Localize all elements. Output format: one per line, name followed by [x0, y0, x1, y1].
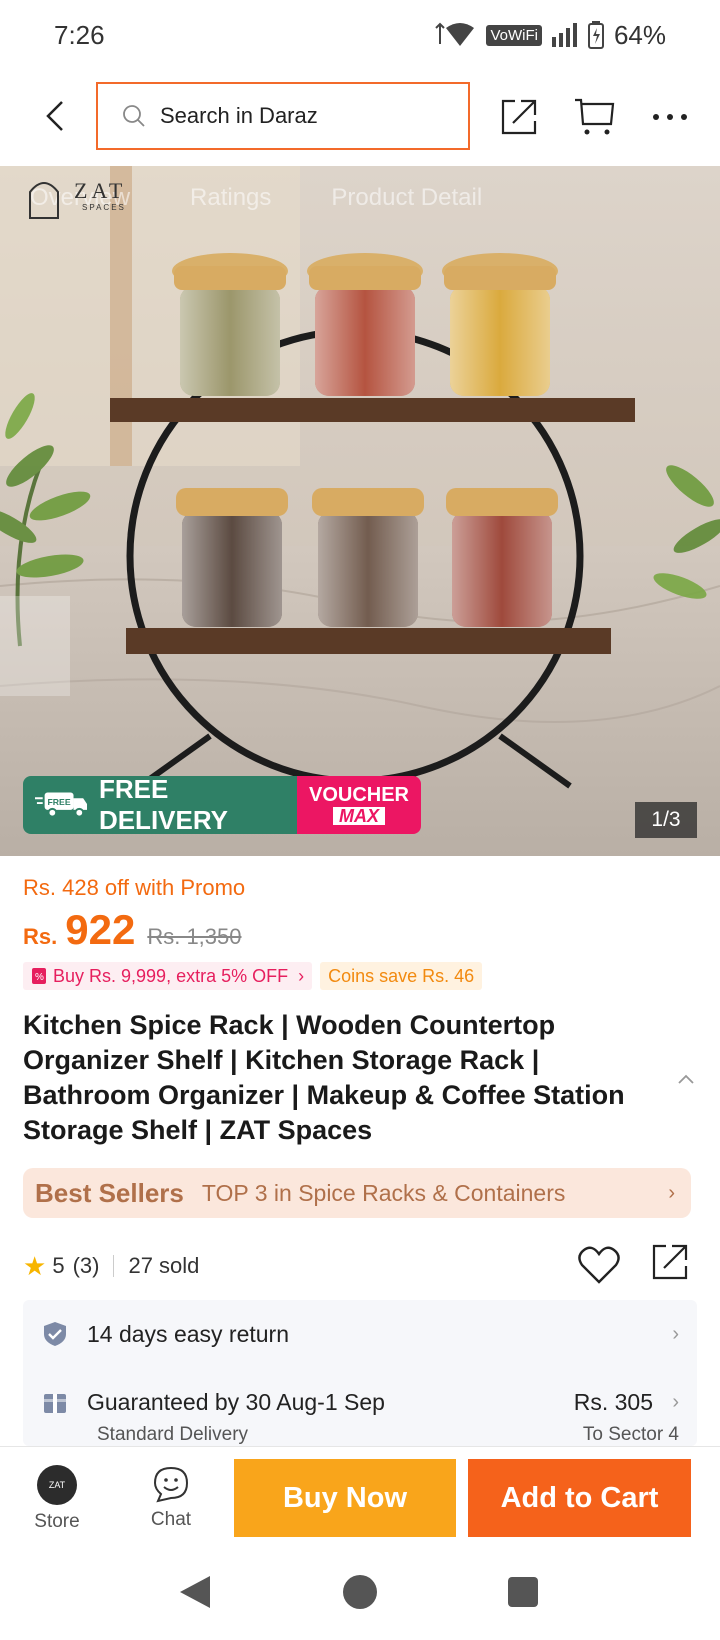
rating-row: ★ 5 (3) 27 sold	[23, 1244, 697, 1286]
search-icon	[123, 105, 145, 127]
return-policy-row[interactable]: 14 days easy return ›	[23, 1306, 697, 1362]
divider	[113, 1255, 115, 1277]
back-arrow-icon	[46, 101, 63, 131]
wifi-icon	[435, 22, 475, 46]
share-icon	[501, 99, 537, 135]
tag-icon: %	[32, 968, 46, 984]
brand-logo: ZAT SPACES	[26, 172, 156, 222]
battery-icon	[587, 21, 604, 49]
svg-text:SPACES: SPACES	[82, 203, 126, 212]
status-time: 7:26	[54, 19, 105, 50]
currency-label: Rs.	[23, 924, 58, 949]
price-row: Rs. 922 Rs. 1,350	[23, 906, 242, 954]
delivery-row[interactable]: Guaranteed by 30 Aug-1 Sep Rs. 305 ›	[23, 1374, 697, 1430]
sold-count: 27 sold	[128, 1253, 200, 1278]
free-delivery-badge: FREE FREE DELIVERY	[23, 776, 297, 834]
free-delivery-text: FREE DELIVERY	[98, 776, 228, 834]
rating-count[interactable]: (3)	[73, 1253, 100, 1279]
delivery-price: Rs. 305	[573, 1388, 653, 1415]
zat-logo-icon: ZAT SPACES	[29, 178, 126, 219]
chevron-right-icon: ›	[668, 1182, 675, 1204]
rating-score[interactable]: 5	[52, 1253, 64, 1279]
store-button[interactable]: ZAT Store	[22, 1465, 92, 1539]
add-to-cart-button[interactable]: Add to Cart	[468, 1459, 691, 1537]
image-page-counter: 1/3	[635, 802, 697, 838]
chevron-right-icon: ›	[672, 1322, 679, 1345]
free-delivery-voucher-banner: FREE FREE DELIVERY VOUCHER MAX	[23, 776, 421, 834]
search-placeholder: Search in Daraz	[160, 103, 318, 128]
voucher-max-badge: VOUCHER MAX	[297, 776, 421, 834]
more-icon	[653, 114, 687, 120]
store-label: Store	[34, 1511, 80, 1532]
chevron-up-icon	[678, 1074, 694, 1084]
star-icon: ★	[23, 1250, 47, 1281]
current-price: 922	[65, 906, 136, 953]
shield-check-icon	[44, 1322, 66, 1346]
cart-icon	[575, 98, 615, 135]
bestseller-text: TOP 3 in Spice Racks & Containers	[201, 1179, 566, 1206]
voucher-max-text: MAX	[333, 807, 385, 825]
system-recents-icon[interactable]	[508, 1577, 538, 1607]
product-title: Kitchen Spice Rack | Wooden Countertop O…	[23, 1010, 625, 1145]
svg-text:FREE: FREE	[48, 797, 71, 807]
system-navigation-bar	[0, 1550, 720, 1640]
wishlist-button[interactable]	[576, 1242, 622, 1288]
coins-badge: Coins save Rs. 46	[320, 962, 483, 990]
status-icons: VoWiFi 64%	[432, 20, 666, 51]
product-image[interactable]: Overview Ratings Product Detail ZAT SPAC…	[0, 166, 720, 856]
search-input[interactable]: Search in Daraz	[96, 82, 470, 150]
signal-icon	[551, 23, 577, 47]
status-bar: 7:26 VoWiFi 64%	[0, 0, 720, 70]
share-icon	[652, 1244, 688, 1280]
ghost-tab: Product Detail	[331, 184, 483, 211]
bulk-discount-text: Buy Rs. 9,999, extra 5% OFF	[53, 965, 289, 986]
delivery-truck-icon: FREE	[35, 792, 88, 818]
back-button[interactable]	[30, 90, 80, 142]
bestseller-tag: Best Sellers	[35, 1177, 184, 1208]
bestseller-banner[interactable]: Best Sellers TOP 3 in Spice Racks & Cont…	[23, 1168, 691, 1218]
promo-text: Rs. 428 off with Promo	[23, 875, 246, 900]
chat-button[interactable]: Chat	[136, 1465, 206, 1539]
product-share-button[interactable]	[650, 1242, 696, 1288]
spice-rack-photo	[0, 166, 720, 856]
heart-icon	[578, 1246, 620, 1284]
bulk-discount-badge[interactable]: % Buy Rs. 9,999, extra 5% OFF ›	[23, 962, 313, 990]
top-nav: Search in Daraz	[0, 80, 720, 152]
chat-icon	[153, 1466, 189, 1503]
delivery-box-icon	[44, 1394, 66, 1413]
original-price: Rs. 1,350	[147, 924, 242, 949]
battery-percent: 64%	[613, 19, 666, 50]
return-policy-text: 14 days easy return	[87, 1320, 290, 1347]
system-home-icon[interactable]	[343, 1575, 377, 1609]
system-back-icon[interactable]	[178, 1574, 212, 1610]
store-avatar: ZAT	[37, 1465, 77, 1505]
chevron-right-icon: ›	[298, 965, 305, 986]
delivery-type: Standard Delivery	[97, 1424, 249, 1445]
ghost-tab: Ratings	[190, 184, 272, 211]
bottom-action-bar: ZAT Store Chat Buy Now Add to Cart	[0, 1446, 720, 1550]
delivery-text: Guaranteed by 30 Aug-1 Sep	[87, 1388, 385, 1415]
chevron-right-icon: ›	[672, 1390, 679, 1413]
buy-now-button[interactable]: Buy Now	[234, 1459, 456, 1537]
svg-text:%: %	[35, 972, 44, 983]
chat-label: Chat	[150, 1509, 192, 1530]
share-button[interactable]	[494, 92, 544, 142]
more-button[interactable]	[645, 92, 695, 142]
voucher-text: VOUCHER	[308, 784, 409, 806]
vowifi-badge: VoWiFi	[486, 24, 542, 46]
collapse-title-button[interactable]	[676, 1072, 700, 1096]
cart-button[interactable]	[570, 92, 620, 142]
offer-badges: % Buy Rs. 9,999, extra 5% OFF › Coins sa…	[23, 962, 483, 990]
svg-text:ZAT: ZAT	[74, 178, 126, 203]
delivery-location: To Sector 4	[582, 1424, 679, 1445]
service-info: 14 days easy return › Guaranteed by 30 A…	[23, 1300, 697, 1446]
